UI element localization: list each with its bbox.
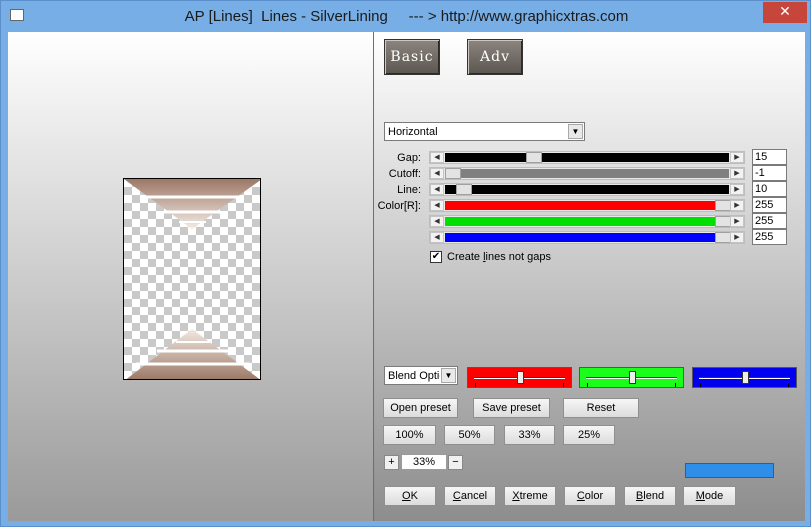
tick-mark: [700, 383, 701, 387]
scroll-left-icon[interactable]: ◀: [430, 232, 444, 243]
slider-thumb[interactable]: [445, 168, 461, 179]
slider-thumb[interactable]: [715, 216, 731, 227]
chevron-down-icon[interactable]: ▼: [441, 368, 456, 383]
create-lines-checkbox[interactable]: ✔: [430, 251, 442, 263]
direction-select[interactable]: Horizontal ▼: [384, 122, 585, 141]
title-bar[interactable]: AP [Lines] Lines - SilverLining --- > ht…: [1, 1, 811, 32]
chevron-down-icon[interactable]: ▼: [568, 124, 583, 139]
preview-canvas: [123, 178, 261, 380]
zoom-50-button[interactable]: 50%: [444, 425, 495, 445]
tick-mark: [788, 383, 789, 387]
open-preset-button[interactable]: Open preset: [383, 398, 458, 418]
scroll-left-icon[interactable]: ◀: [430, 184, 444, 195]
slider-thumb[interactable]: [456, 184, 472, 195]
blend-slider-knob[interactable]: [517, 371, 524, 384]
checkmark-icon: ✔: [431, 251, 441, 262]
scroll-left-icon[interactable]: ◀: [430, 200, 444, 211]
slider-thumb[interactable]: [715, 232, 731, 243]
zoom-33-button[interactable]: 33%: [504, 425, 555, 445]
slider-value-field[interactable]: 10: [752, 181, 787, 197]
slider-thumb[interactable]: [526, 152, 542, 163]
slider-scrollbar[interactable]: ◀ ▶: [429, 167, 745, 180]
scroll-right-icon[interactable]: ▶: [730, 184, 744, 195]
slider-value-field[interactable]: 255: [752, 213, 787, 229]
reset-button[interactable]: Reset: [563, 398, 639, 418]
client-area: Basic Adv Horizontal ▼ Gap: ◀ ▶ 15 Cutoff: ◀ ▶…: [8, 32, 805, 521]
zoom-25-button[interactable]: 25%: [563, 425, 615, 445]
blend-slider-knob[interactable]: [742, 371, 749, 384]
color-indicator: [685, 463, 774, 478]
window-title: AP [Lines] Lines - SilverLining --- > ht…: [184, 8, 629, 25]
slider-track[interactable]: [445, 232, 731, 243]
blend-slider-panel[interactable]: [467, 367, 572, 388]
scroll-left-icon[interactable]: ◀: [430, 168, 444, 179]
zoom-value: 33%: [401, 454, 447, 470]
blend-slider-knob[interactable]: [629, 371, 636, 384]
plugin-window: AP [Lines] Lines - SilverLining --- > ht…: [0, 0, 811, 527]
slider-value-field[interactable]: 255: [752, 229, 787, 245]
slider-track[interactable]: [445, 216, 731, 227]
zoom-in-button[interactable]: +: [384, 455, 399, 470]
blend-options-value: Blend Optio: [388, 370, 440, 382]
scroll-right-icon[interactable]: ▶: [730, 216, 744, 227]
slider-value-field[interactable]: 255: [752, 197, 787, 213]
zoom-100-button[interactable]: 100%: [383, 425, 436, 445]
adv-mode-button[interactable]: Adv: [467, 39, 523, 75]
slider-label: Cutoff:: [388, 168, 421, 180]
slider-value-field[interactable]: 15: [752, 149, 787, 165]
slider-track[interactable]: [445, 168, 729, 179]
close-button[interactable]: ✕: [763, 2, 807, 23]
slider-label: Line:: [397, 184, 421, 196]
slider-scrollbar[interactable]: ◀ ▶: [429, 231, 745, 244]
slider-label: Color[R]:: [377, 200, 421, 212]
tick-mark: [475, 383, 476, 387]
slider-scrollbar[interactable]: ◀ ▶: [429, 183, 745, 196]
tick-mark: [563, 383, 564, 387]
color-button[interactable]: Color: [564, 486, 616, 506]
basic-mode-button[interactable]: Basic: [384, 39, 440, 75]
scroll-right-icon[interactable]: ▶: [730, 168, 744, 179]
blend-slider-panel[interactable]: [579, 367, 684, 388]
preview-image: [124, 179, 260, 379]
mode-button[interactable]: Mode: [683, 486, 736, 506]
zoom-out-button[interactable]: −: [448, 455, 463, 470]
tick-mark: [675, 383, 676, 387]
save-preset-button[interactable]: Save preset: [473, 398, 550, 418]
create-lines-label: Create lines not gaps: [447, 251, 551, 263]
slider-value-field[interactable]: -1: [752, 165, 787, 181]
scroll-left-icon[interactable]: ◀: [430, 152, 444, 163]
ok-button[interactable]: OK: [384, 486, 436, 506]
controls-pane: Basic Adv Horizontal ▼ Gap: ◀ ▶ 15 Cutoff: ◀ ▶…: [375, 32, 805, 521]
direction-select-value: Horizontal: [388, 126, 438, 138]
slider-scrollbar[interactable]: ◀ ▶: [429, 151, 745, 164]
slider-track[interactable]: [445, 200, 731, 211]
scroll-right-icon[interactable]: ▶: [730, 232, 744, 243]
scroll-right-icon[interactable]: ▶: [730, 152, 744, 163]
slider-label: Gap:: [397, 152, 421, 164]
preview-pane: [8, 32, 374, 521]
slider-track[interactable]: [445, 152, 729, 163]
slider-track[interactable]: [445, 184, 729, 195]
blend-slider-panel[interactable]: [692, 367, 797, 388]
tick-mark: [587, 383, 588, 387]
slider-thumb[interactable]: [715, 200, 731, 211]
slider-scrollbar[interactable]: ◀ ▶: [429, 199, 745, 212]
scroll-left-icon[interactable]: ◀: [430, 216, 444, 227]
scroll-right-icon[interactable]: ▶: [730, 200, 744, 211]
cancel-button[interactable]: Cancel: [444, 486, 496, 506]
xtreme-button[interactable]: Xtreme: [504, 486, 556, 506]
blend-options-select[interactable]: Blend Optio ▼: [384, 366, 458, 385]
blend-button[interactable]: Blend: [624, 486, 676, 506]
slider-scrollbar[interactable]: ◀ ▶: [429, 215, 745, 228]
